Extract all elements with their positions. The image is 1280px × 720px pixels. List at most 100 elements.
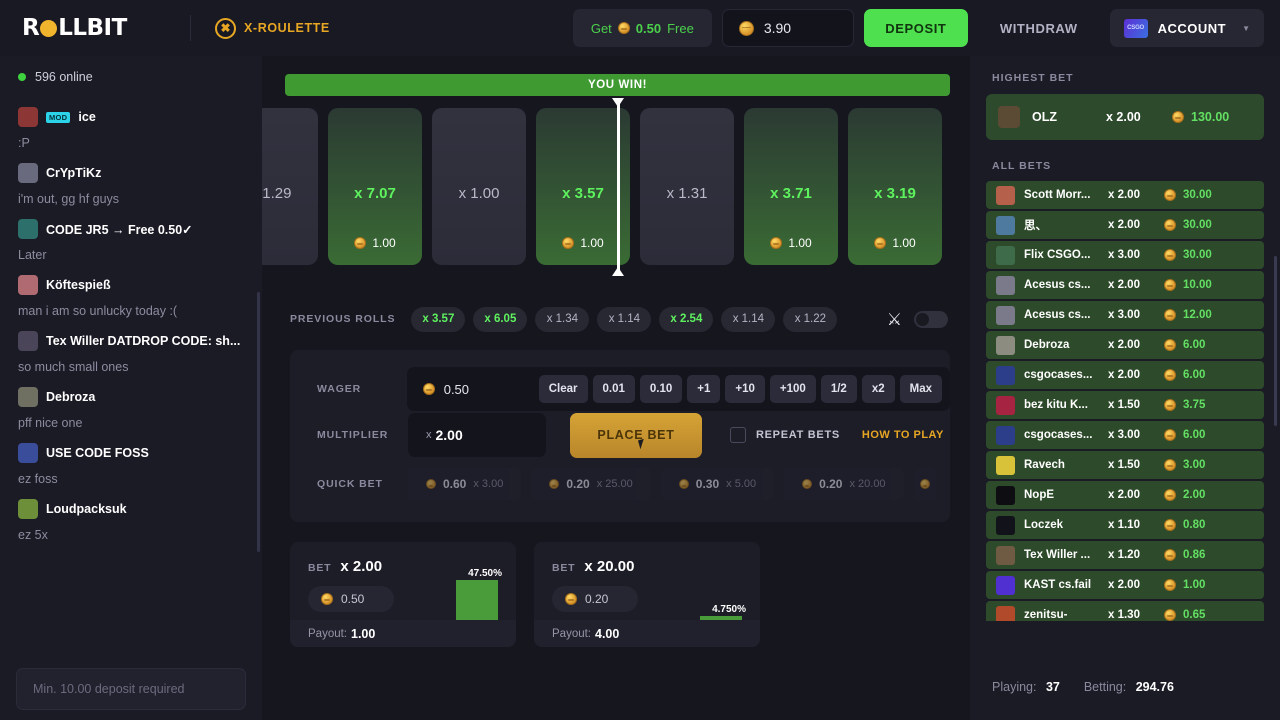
account-button[interactable]: CSGO ACCOUNT ▼ xyxy=(1109,9,1264,47)
deposit-button[interactable]: DEPOSIT xyxy=(863,9,968,47)
avatar[interactable] xyxy=(18,219,38,239)
chat-messages[interactable]: MOD ice:P CrYpTiKz i'm out, gg hf guys CODE … xyxy=(0,92,262,637)
bet-list-item[interactable]: Flix CSGO... x 3.00 30.00 xyxy=(986,241,1264,269)
quick-bet-overflow[interactable] xyxy=(913,468,936,500)
highest-bet-row[interactable]: OLZ x 2.00 130.00 xyxy=(986,94,1264,140)
coin-icon xyxy=(565,593,577,605)
wager-button-1-2[interactable]: 1/2 xyxy=(820,375,857,403)
bet-list-item[interactable]: Acesus cs... x 2.00 10.00 xyxy=(986,271,1264,299)
logo-text: R LLBIT xyxy=(22,15,127,41)
bet-value: 6.00 xyxy=(1183,339,1206,351)
chat-username[interactable]: Debroza xyxy=(46,390,95,404)
multiplier-input[interactable]: x 2.00 xyxy=(408,413,546,457)
active-bet-payout: Payout: 1.00 xyxy=(290,620,516,647)
repeat-bets-option[interactable]: REPEAT BETS xyxy=(730,427,840,443)
wager-button--1[interactable]: +1 xyxy=(687,375,721,403)
bet-list-item[interactable]: Tex Willer ... x 1.20 0.86 xyxy=(986,541,1264,569)
chat-username[interactable]: Tex Willer DATDROP CODE: sh... xyxy=(46,334,240,348)
free-bonus-button[interactable]: Get 0.50 Free xyxy=(572,9,712,47)
reel-card-amount-value: 1.00 xyxy=(892,236,916,250)
chat-username[interactable]: Köftespieß xyxy=(46,278,111,292)
wager-button-clear[interactable]: Clear xyxy=(538,375,588,403)
wager-button-max[interactable]: Max xyxy=(899,375,942,403)
chat-username[interactable]: ice xyxy=(78,110,95,124)
wager-button-0-01[interactable]: 0.01 xyxy=(592,375,635,403)
game-main: YOU WIN! x 1.29 x 7.07 1.00 x 1.00 x 3.57 1.0… xyxy=(262,56,970,720)
coin-icon xyxy=(1164,399,1176,411)
bet-value: 2.00 xyxy=(1183,489,1206,501)
wager-button--10[interactable]: +10 xyxy=(725,375,765,403)
chat-username[interactable]: USE CODE FOSS xyxy=(46,446,149,460)
bet-list-item[interactable]: Scott Morr... x 2.00 30.00 xyxy=(986,181,1264,209)
chat-scrollbar[interactable] xyxy=(257,292,260,552)
avatar[interactable] xyxy=(18,443,38,463)
active-bet-percent: 47.50% xyxy=(468,568,502,579)
payout-value: 1.00 xyxy=(351,626,376,641)
balance-display[interactable]: 3.90 xyxy=(721,9,854,47)
bet-list-item[interactable]: 思、 x 2.00 30.00 xyxy=(986,211,1264,239)
bet-list-item[interactable]: KAST cs.fail x 2.00 1.00 xyxy=(986,571,1264,599)
previous-roll-pill[interactable]: x 1.14 xyxy=(721,306,776,332)
payout-label: Payout: xyxy=(308,627,347,640)
coin-icon xyxy=(1164,219,1176,231)
chat-username[interactable]: CrYpTiKz xyxy=(46,166,101,180)
previous-roll-pill[interactable]: x 2.54 xyxy=(659,306,714,332)
quick-bet-item[interactable]: 0.20 x 25.00 xyxy=(531,468,651,500)
bet-list-item[interactable]: Debroza x 2.00 6.00 xyxy=(986,331,1264,359)
wager-button-x2[interactable]: x2 xyxy=(861,375,895,403)
all-bets-list[interactable]: Scott Morr... x 2.00 30.00 思、 x 2.00 30.00 Fli… xyxy=(986,181,1264,621)
bets-scrollbar[interactable] xyxy=(1274,256,1277,426)
bet-list-item[interactable]: Ravech x 1.50 3.00 xyxy=(986,451,1264,479)
bet-list-item[interactable]: Acesus cs... x 3.00 12.00 xyxy=(986,301,1264,329)
previous-roll-pill[interactable]: x 3.57 xyxy=(411,306,466,332)
chat-input[interactable]: Min. 10.00 deposit required xyxy=(16,668,246,710)
roulette-reel-wrap: x 1.29 x 7.07 1.00 x 1.00 x 3.57 1.00 x 1.31 x … xyxy=(262,98,970,288)
active-bet-label: BET xyxy=(308,562,332,574)
previous-roll-pill[interactable]: x 1.22 xyxy=(783,306,838,332)
place-bet-button[interactable]: PLACE BET xyxy=(570,412,702,458)
avatar xyxy=(996,185,1015,205)
reel-card-multiplier: x 3.71 xyxy=(770,185,812,202)
how-to-play-link[interactable]: HOW TO PLAY xyxy=(862,429,944,441)
wager-button-0-10[interactable]: 0.10 xyxy=(639,375,683,403)
sound-toggle[interactable] xyxy=(914,310,948,328)
previous-roll-pill[interactable]: x 1.34 xyxy=(535,306,590,332)
bet-value: 10.00 xyxy=(1183,279,1212,291)
reel-card: x 3.71 1.00 xyxy=(744,108,838,265)
avatar[interactable] xyxy=(18,163,38,183)
avatar[interactable] xyxy=(18,387,38,407)
previous-roll-pill[interactable]: x 1.14 xyxy=(597,306,652,332)
bet-list-item[interactable]: bez kitu K... x 1.50 3.75 xyxy=(986,391,1264,419)
chat-message: Loudpacksuk ez 5x xyxy=(0,499,262,542)
quick-bet-item[interactable]: 0.30 x 5.00 xyxy=(660,468,775,500)
avatar[interactable] xyxy=(18,275,38,295)
bet-list-item[interactable]: csgocases... x 3.00 6.00 xyxy=(986,421,1264,449)
bet-list-item[interactable]: csgocases... x 2.00 6.00 xyxy=(986,361,1264,389)
previous-roll-pill[interactable]: x 6.05 xyxy=(473,306,528,332)
tab-x-roulette[interactable]: ✖ X-ROULETTE xyxy=(209,14,336,43)
repeat-bets-checkbox[interactable] xyxy=(730,427,746,443)
quick-bet-item[interactable]: 0.20 x 20.00 xyxy=(784,468,904,500)
wager-button--100[interactable]: +100 xyxy=(769,375,816,403)
active-bet-amount-value: 0.50 xyxy=(341,592,365,606)
chat-username[interactable]: Loudpacksuk xyxy=(46,502,127,516)
bet-username: Scott Morr... xyxy=(1024,189,1091,201)
bet-list-item[interactable]: zenitsu-x 1.30 0.65 xyxy=(986,601,1264,621)
quick-bet-label: QUICK BET xyxy=(317,478,383,490)
bet-list-item[interactable]: NopE x 2.00 2.00 xyxy=(986,481,1264,509)
avatar[interactable] xyxy=(18,331,38,351)
wager-input[interactable]: 0.50 xyxy=(415,382,539,397)
chat-username[interactable]: CODE JR5 → Free 0.50✓ xyxy=(46,222,193,237)
quick-bet-item[interactable]: 0.60 x 3.00 xyxy=(408,468,522,500)
withdraw-button[interactable]: WITHDRAW xyxy=(978,9,1100,47)
avatar[interactable] xyxy=(18,499,38,519)
reel-card-amount-value: 1.00 xyxy=(372,236,396,250)
bet-value: 3.00 xyxy=(1183,459,1206,471)
bet-list-item[interactable]: Loczek x 1.10 0.80 xyxy=(986,511,1264,539)
avatar xyxy=(996,215,1015,235)
coin-icon xyxy=(1164,279,1176,291)
rollbit-logo[interactable]: R LLBIT xyxy=(22,15,172,41)
avatar[interactable] xyxy=(18,107,38,127)
coin-icon xyxy=(1164,579,1176,591)
reel-card: x 1.31 xyxy=(640,108,734,265)
